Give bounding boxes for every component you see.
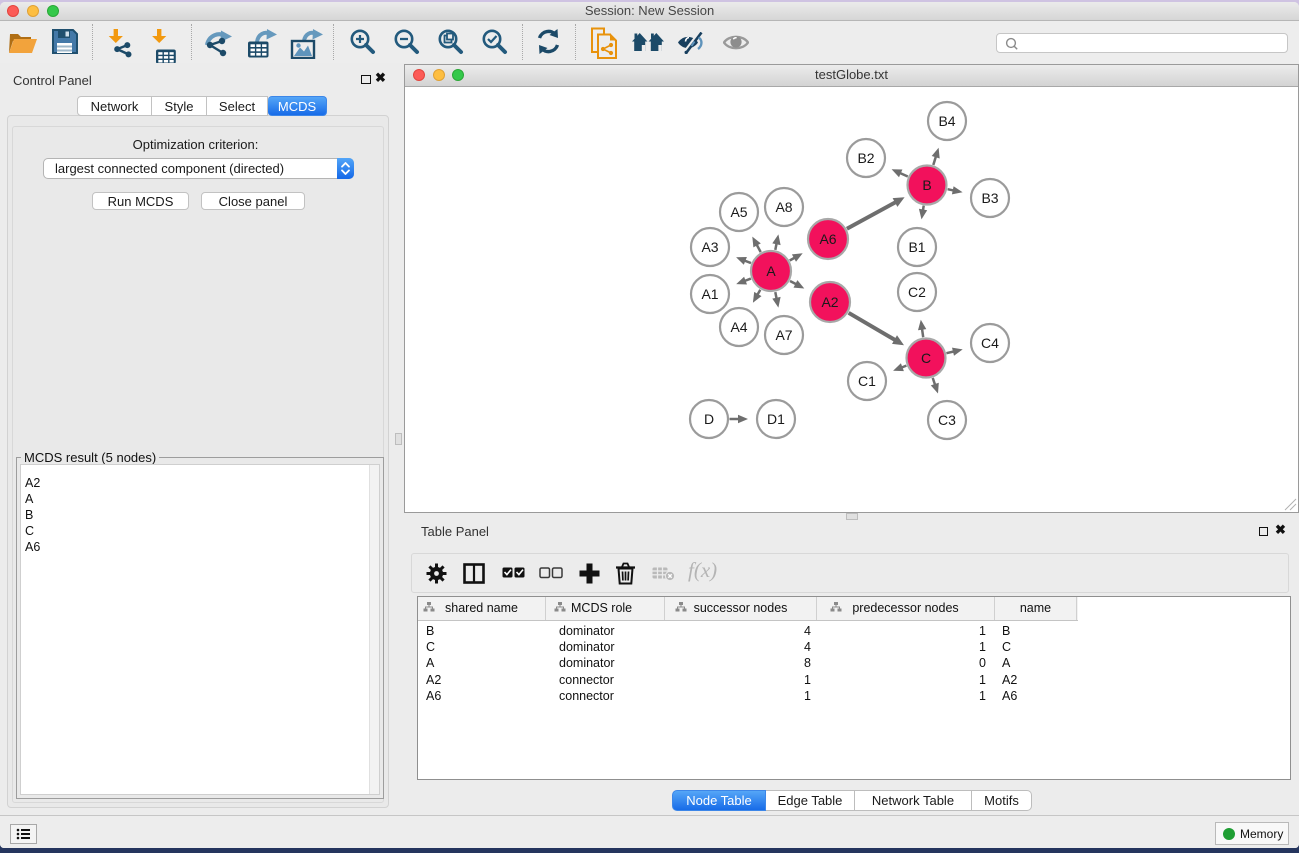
svg-text:A6: A6 [819, 231, 836, 247]
svg-text:C2: C2 [908, 284, 926, 300]
svg-text:A3: A3 [701, 239, 718, 255]
svg-text:C3: C3 [938, 412, 956, 428]
svg-text:C4: C4 [981, 335, 999, 351]
svg-text:A7: A7 [775, 327, 792, 343]
svg-text:A8: A8 [775, 199, 792, 215]
svg-text:A4: A4 [730, 319, 747, 335]
svg-text:D1: D1 [767, 411, 785, 427]
svg-text:B2: B2 [857, 150, 874, 166]
svg-text:C: C [921, 350, 931, 366]
svg-text:C1: C1 [858, 373, 876, 389]
svg-text:A2: A2 [821, 294, 838, 310]
svg-text:A: A [766, 263, 776, 279]
svg-text:B3: B3 [981, 190, 998, 206]
svg-text:A1: A1 [701, 286, 718, 302]
svg-text:D: D [704, 411, 714, 427]
svg-text:B1: B1 [908, 239, 925, 255]
svg-text:A5: A5 [730, 204, 747, 220]
svg-text:B: B [922, 177, 931, 193]
svg-text:B4: B4 [938, 113, 955, 129]
